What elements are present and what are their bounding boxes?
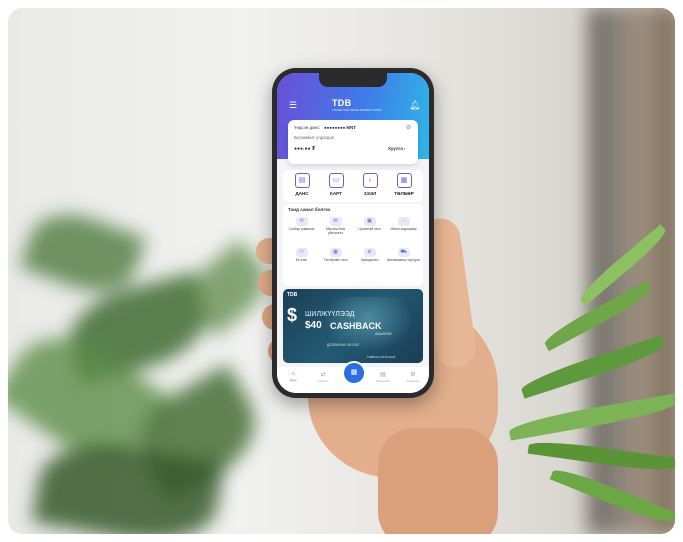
banner-logo: TDB xyxy=(287,292,298,298)
menu-card-button[interactable]: ▭ КАРТ xyxy=(320,173,352,196)
hide-balance-icon[interactable]: ⊘ xyxy=(406,124,411,131)
smartphone: ☰ TDB TRADE AND DEVELOPMENT BANK 🔔︎ Үндс… xyxy=(272,68,434,398)
transfer-icon: ⇄ xyxy=(320,372,326,378)
nav-home[interactable]: ⌂ Нүүр xyxy=(281,371,305,382)
exchange-icon: ⟲ xyxy=(295,217,308,226)
menu-loan-button[interactable]: ♁ ЗЭЭЛ xyxy=(354,173,386,196)
suggest-item[interactable]: ⟲ Солбар хуваалах xyxy=(285,217,318,232)
shares-icon: ⊘ xyxy=(363,248,376,257)
account-icon: ▤ xyxy=(294,173,310,188)
settings-icon: ⚙ xyxy=(410,372,416,378)
suggestions-title: Танд санал болгох xyxy=(288,207,331,212)
banner-footer: TDBKAH POTA 2022 xyxy=(367,355,396,359)
banner-small: ДОЛЛАРЫН 100 ХЭЛ xyxy=(327,343,359,347)
phone-screen: ☰ TDB TRADE AND DEVELOPMENT BANK 🔔︎ Үндс… xyxy=(277,73,429,393)
balance-label: Үндсэн данс: xyxy=(294,125,321,130)
qr-icon: ▦ xyxy=(350,369,358,376)
nav-transfer[interactable]: ⇄ Гүйлгээ xyxy=(311,371,335,383)
suggest-item[interactable]: ✉ Мессеж банк үйлчилгээ xyxy=(319,217,352,235)
dollar-icon: $ xyxy=(287,305,298,325)
available-value: ●●●.●● ₮ xyxy=(294,146,315,152)
menu-account-button[interactable]: ▤ ДАНС xyxy=(286,173,318,196)
pension-icon: ▦ xyxy=(329,248,342,257)
car-icon: ⛟ xyxy=(397,248,410,257)
phone-notch xyxy=(319,73,387,87)
nav-news[interactable]: ▤ Мэдээлэл xyxy=(371,371,395,383)
menu-icon[interactable]: ☰ xyxy=(289,100,297,110)
savings-icon: ◌ xyxy=(397,217,410,226)
account-card[interactable]: Үндсэн данс: ●●●●●●●● MNT ⊘ Боломжит үлд… xyxy=(288,120,418,164)
banner-amount: $40 xyxy=(305,320,322,331)
news-icon: ▤ xyxy=(380,372,386,378)
payment-icon: ▦ xyxy=(396,173,412,188)
salary-loan-icon: ▣ xyxy=(363,217,376,226)
balance-value: ●●●●●●●● MNT xyxy=(324,125,356,130)
menu-payment-button[interactable]: ▦ ТӨЛБӨР xyxy=(388,173,420,196)
app-logo: TDB xyxy=(332,98,352,108)
available-label: Боломжит үлдэгдэл xyxy=(294,135,335,140)
bottom-nav: ⌂ Нүүр ⇄ Гүйлгээ ▦ ▤ Мэдээлэл ⚙ Тохиргоо xyxy=(277,361,429,393)
banner-sub: АВААРАЙ xyxy=(375,332,392,336)
suggestions-panel: Танд санал болгох ⟲ Солбар хуваалах ✉ Ме… xyxy=(283,204,423,286)
suggest-item[interactable]: ◌ Мөнгө хадгаламж xyxy=(387,217,420,232)
banner-line1: ШИЛЖҮҮЛЭЭД xyxy=(305,311,355,318)
nav-settings[interactable]: ⚙ Тохиргоо xyxy=(401,371,425,383)
home-icon: ⌂ xyxy=(291,371,295,377)
suggest-item[interactable]: ⛟ Автомашины торгууль xyxy=(387,248,420,263)
banner-cashback: CASHBACK xyxy=(330,321,382,331)
eb-loan-icon: ⚇ xyxy=(295,248,308,257)
statement-link[interactable]: Хуулга › xyxy=(388,146,405,151)
suggest-item[interactable]: ▦ Тэтгэврийн зээл xyxy=(319,248,352,263)
qr-button[interactable]: ▦ xyxy=(342,361,366,385)
promo-banner[interactable]: TDB $ ШИЛЖҮҮЛЭЭД $40 CASHBACK АВААРАЙ ДО… xyxy=(283,289,423,363)
loan-icon: ♁ xyxy=(362,173,378,188)
bell-icon[interactable]: 🔔︎ xyxy=(409,100,420,110)
message-icon: ✉ xyxy=(329,217,342,226)
card-icon: ▭ xyxy=(328,173,344,188)
main-menu: ▤ ДАНС ▭ КАРТ ♁ ЗЭЭЛ ▦ ТӨЛБӨР xyxy=(283,170,423,202)
suggest-item[interactable]: ⊘ Хувьцаалал xyxy=(353,248,386,263)
suggest-item[interactable]: ▣ Цалинтай зээл xyxy=(353,217,386,232)
suggest-item[interactable]: ⚇ Eb зээл xyxy=(285,248,318,263)
app-logo-sub: TRADE AND DEVELOPMENT BANK xyxy=(332,108,382,112)
